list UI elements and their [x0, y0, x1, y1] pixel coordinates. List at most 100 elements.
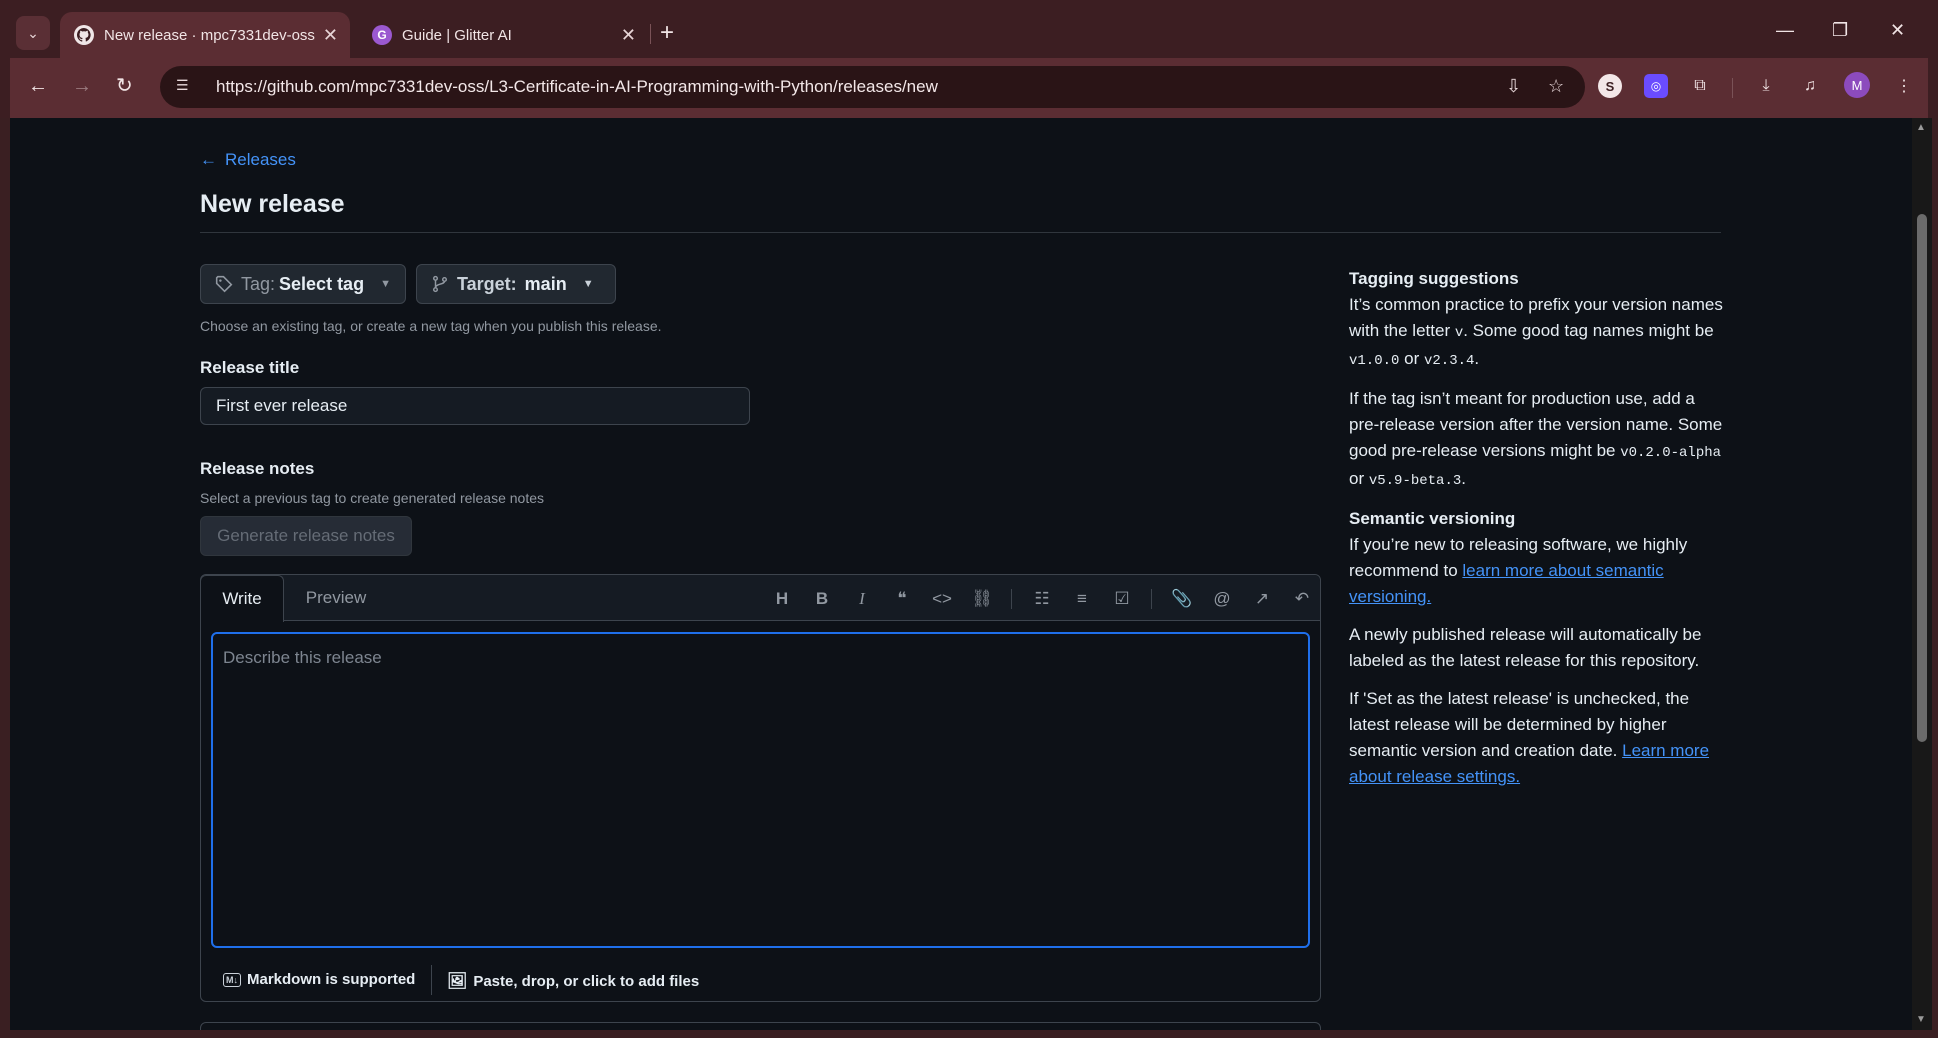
markdown-supported-link[interactable]: M↓ Markdown is supported [223, 971, 415, 988]
text: or [1399, 349, 1424, 368]
italic-icon[interactable]: I [851, 588, 873, 610]
semver-paragraph-2: A newly published release will automatic… [1349, 625, 1702, 670]
unordered-list-icon[interactable]: ≡ [1071, 588, 1093, 610]
markdown-icon: M↓ [223, 972, 241, 987]
extensions-puzzle-icon[interactable]: ⧉ [1688, 74, 1712, 98]
caret-down-icon: ▼ [380, 278, 391, 290]
mention-icon[interactable]: @ [1211, 588, 1233, 610]
undo-icon[interactable]: ↶ [1291, 588, 1313, 610]
page-viewport: ← Releases New release Tag: Select tag ▼… [10, 118, 1912, 1030]
browser-chrome: ⌄ New release · mpc7331dev-oss/ ✕ G Guid… [0, 0, 1938, 118]
downloads-icon[interactable]: ⤓ [1754, 74, 1778, 98]
tag-select-button[interactable]: Tag: Select tag ▼ [200, 264, 406, 304]
tag-icon [215, 275, 233, 293]
text: . Some good tag names might be [1463, 321, 1714, 340]
site-info-icon[interactable]: ☰ [176, 77, 196, 97]
next-section-card [200, 1022, 1321, 1030]
new-tab-button[interactable]: + [660, 18, 674, 48]
tag-value: Select tag [279, 273, 365, 294]
media-control-icon[interactable]: ♫ [1798, 74, 1822, 98]
release-notes-editor: Write Preview H B I ❝ <> ⛓ ☷ ≡ ☑ 📎 @ ↗ ↶… [200, 574, 1321, 1002]
semver-heading: Semantic versioning [1349, 509, 1516, 528]
profile-avatar[interactable]: M [1844, 72, 1870, 98]
image-icon: 🖼 [447, 973, 468, 990]
skype-extension-icon[interactable]: S [1598, 74, 1622, 98]
generate-release-notes-button[interactable]: Generate release notes [200, 516, 412, 556]
window-close-button[interactable]: ✕ [1890, 20, 1905, 41]
bookmark-star-icon[interactable]: ☆ [1548, 76, 1564, 97]
divider [200, 232, 1721, 233]
text: . [1461, 469, 1466, 488]
url-text[interactable]: https://github.com/mpc7331dev-oss/L3-Cer… [216, 77, 938, 97]
scroll-down-arrow[interactable]: ▼ [1916, 1014, 1926, 1025]
attach-icon[interactable]: 📎 [1171, 588, 1193, 610]
glitter-icon: G [372, 25, 392, 45]
tag-hint: Choose an existing tag, or create a new … [200, 318, 662, 334]
code: v [1454, 325, 1464, 341]
tagging-suggestions-sidebar: Tagging suggestions It’s common practice… [1349, 266, 1729, 802]
arrow-left-icon: ← [200, 150, 217, 169]
minimize-button[interactable]: — [1776, 20, 1794, 41]
code: v5.9-beta.3 [1368, 473, 1462, 489]
tab-preview[interactable]: Preview [301, 575, 371, 622]
ordered-list-icon[interactable]: ☷ [1031, 588, 1053, 610]
code: v1.0.0 [1349, 353, 1400, 369]
semver-paragraph-1: If you’re new to releasing software, we … [1349, 532, 1729, 610]
page-scrollbar[interactable]: ▲ ▼ [1912, 118, 1932, 1030]
tagging-paragraph-1: It’s common practice to prefix your vers… [1349, 292, 1729, 374]
tag-prefix: Tag: [241, 273, 276, 294]
footer-separator [431, 965, 432, 995]
tab-github-release[interactable]: New release · mpc7331dev-oss/ ✕ [60, 12, 350, 58]
arrow-left-icon: ← [28, 75, 48, 97]
attach-note: Paste, drop, or click to add files [473, 972, 700, 990]
caret-down-icon: ▼ [582, 278, 594, 290]
target-select-button[interactable]: Target: main ▼ [416, 264, 616, 304]
back-link-label: Releases [225, 150, 296, 169]
text: . [1474, 349, 1480, 368]
releases-back-link[interactable]: ← Releases [200, 150, 296, 170]
github-icon [74, 25, 94, 45]
tagging-paragraph-2: If the tag isn’t meant for production us… [1349, 386, 1729, 494]
release-title-input[interactable]: First ever release [200, 387, 750, 425]
reload-button[interactable]: ↻ [116, 74, 133, 98]
forward-button[interactable]: → [72, 74, 92, 98]
release-notes-textarea[interactable] [211, 632, 1310, 948]
tab-title: Guide | Glitter AI [402, 26, 512, 44]
tab-write[interactable]: Write [200, 575, 284, 622]
git-branch-icon [432, 275, 448, 293]
code: v0.2.0-alpha [1620, 445, 1722, 461]
tab-glitter-guide[interactable]: G Guide | Glitter AI ✕ [358, 12, 648, 58]
toolbar-separator [1011, 589, 1012, 609]
bold-icon[interactable]: B [811, 588, 833, 610]
attach-files-button[interactable]: 🖼 Paste, drop, or click to add files [447, 971, 699, 991]
editor-tabbar: Write Preview H B I ❝ <> ⛓ ☷ ≡ ☑ 📎 @ ↗ ↶ [200, 575, 1320, 622]
release-notes-label: Release notes [200, 459, 315, 478]
link-icon[interactable]: ⛓ [971, 588, 993, 610]
toolbar-separator [1151, 589, 1152, 609]
address-bar[interactable]: ☰ https://github.com/mpc7331dev-oss/L3-C… [160, 66, 1585, 108]
tagging-heading: Tagging suggestions [1349, 269, 1519, 288]
extension-icon[interactable]: ◎ [1644, 74, 1668, 98]
reference-icon[interactable]: ↗ [1251, 588, 1273, 610]
tab-strip: ⌄ New release · mpc7331dev-oss/ ✕ G Guid… [0, 0, 1938, 58]
target-prefix: Target: [457, 273, 517, 294]
toolbar-divider [1732, 78, 1733, 98]
heading-icon[interactable]: H [771, 588, 793, 610]
code-icon[interactable]: <> [931, 588, 953, 610]
tab-search-button[interactable]: ⌄ [16, 16, 50, 50]
chevron-down-icon: ⌄ [27, 24, 39, 41]
task-list-icon[interactable]: ☑ [1111, 588, 1133, 610]
markdown-note: Markdown is supported [247, 971, 416, 988]
restore-button[interactable]: ❐ [1832, 20, 1848, 41]
browser-toolbar: ← → ↻ ☰ https://github.com/mpc7331dev-os… [10, 58, 1928, 118]
back-button[interactable]: ← [28, 74, 48, 98]
scrollbar-thumb[interactable] [1917, 214, 1927, 742]
release-notes-hint: Select a previous tag to create generate… [200, 490, 544, 506]
tab-divider [650, 24, 651, 44]
quote-icon[interactable]: ❝ [891, 588, 913, 610]
menu-kebab-icon[interactable]: ⋮ [1892, 74, 1916, 98]
close-icon[interactable]: ✕ [323, 25, 338, 46]
close-icon[interactable]: ✕ [621, 25, 636, 46]
install-app-icon[interactable]: ⇩ [1506, 76, 1521, 97]
scroll-up-arrow[interactable]: ▲ [1916, 122, 1926, 133]
